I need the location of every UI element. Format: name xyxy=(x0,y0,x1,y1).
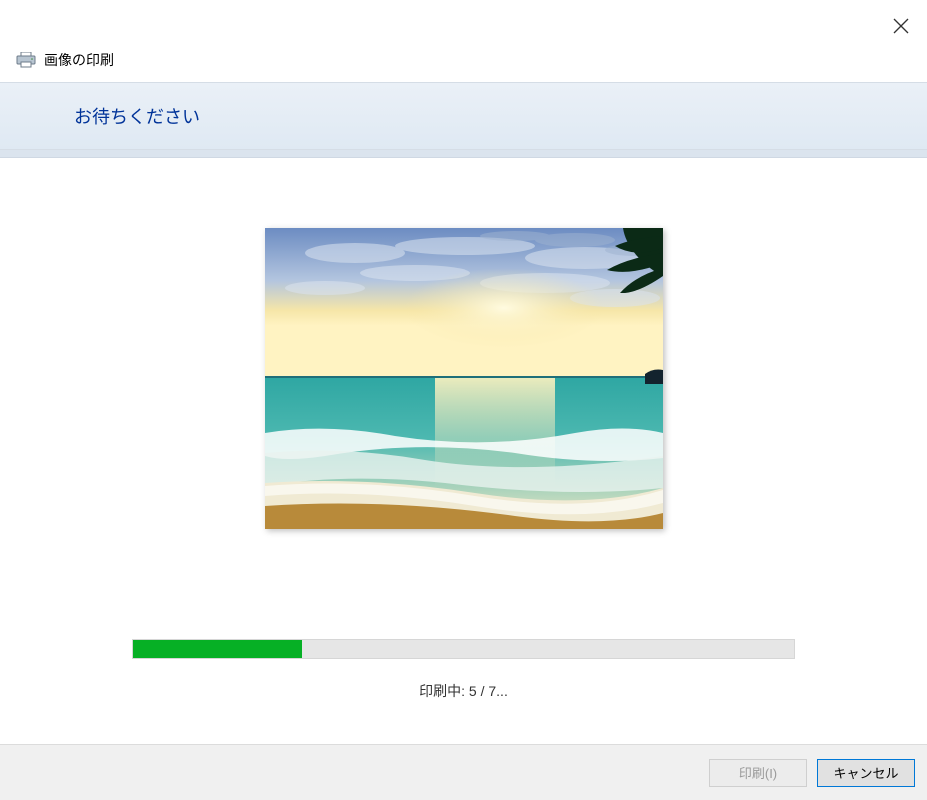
header-band: お待ちください xyxy=(0,82,927,150)
progress-text: 印刷中: 5 / 7... xyxy=(132,681,795,701)
footer: 印刷(I) キャンセル xyxy=(0,744,927,800)
cancel-button[interactable]: キャンセル xyxy=(817,759,915,787)
print-button: 印刷(I) xyxy=(709,759,807,787)
header-title: お待ちください xyxy=(74,103,927,129)
progress-bar xyxy=(132,639,795,659)
window-title: 画像の印刷 xyxy=(44,50,114,70)
content-area: 印刷中: 5 / 7... xyxy=(0,158,927,701)
divider-band xyxy=(0,150,927,158)
printer-icon xyxy=(16,52,36,68)
image-preview xyxy=(265,228,663,529)
close-icon[interactable] xyxy=(893,18,909,34)
progress-section: 印刷中: 5 / 7... xyxy=(132,639,795,701)
progress-fill xyxy=(133,640,302,658)
titlebar: 画像の印刷 xyxy=(0,0,927,82)
